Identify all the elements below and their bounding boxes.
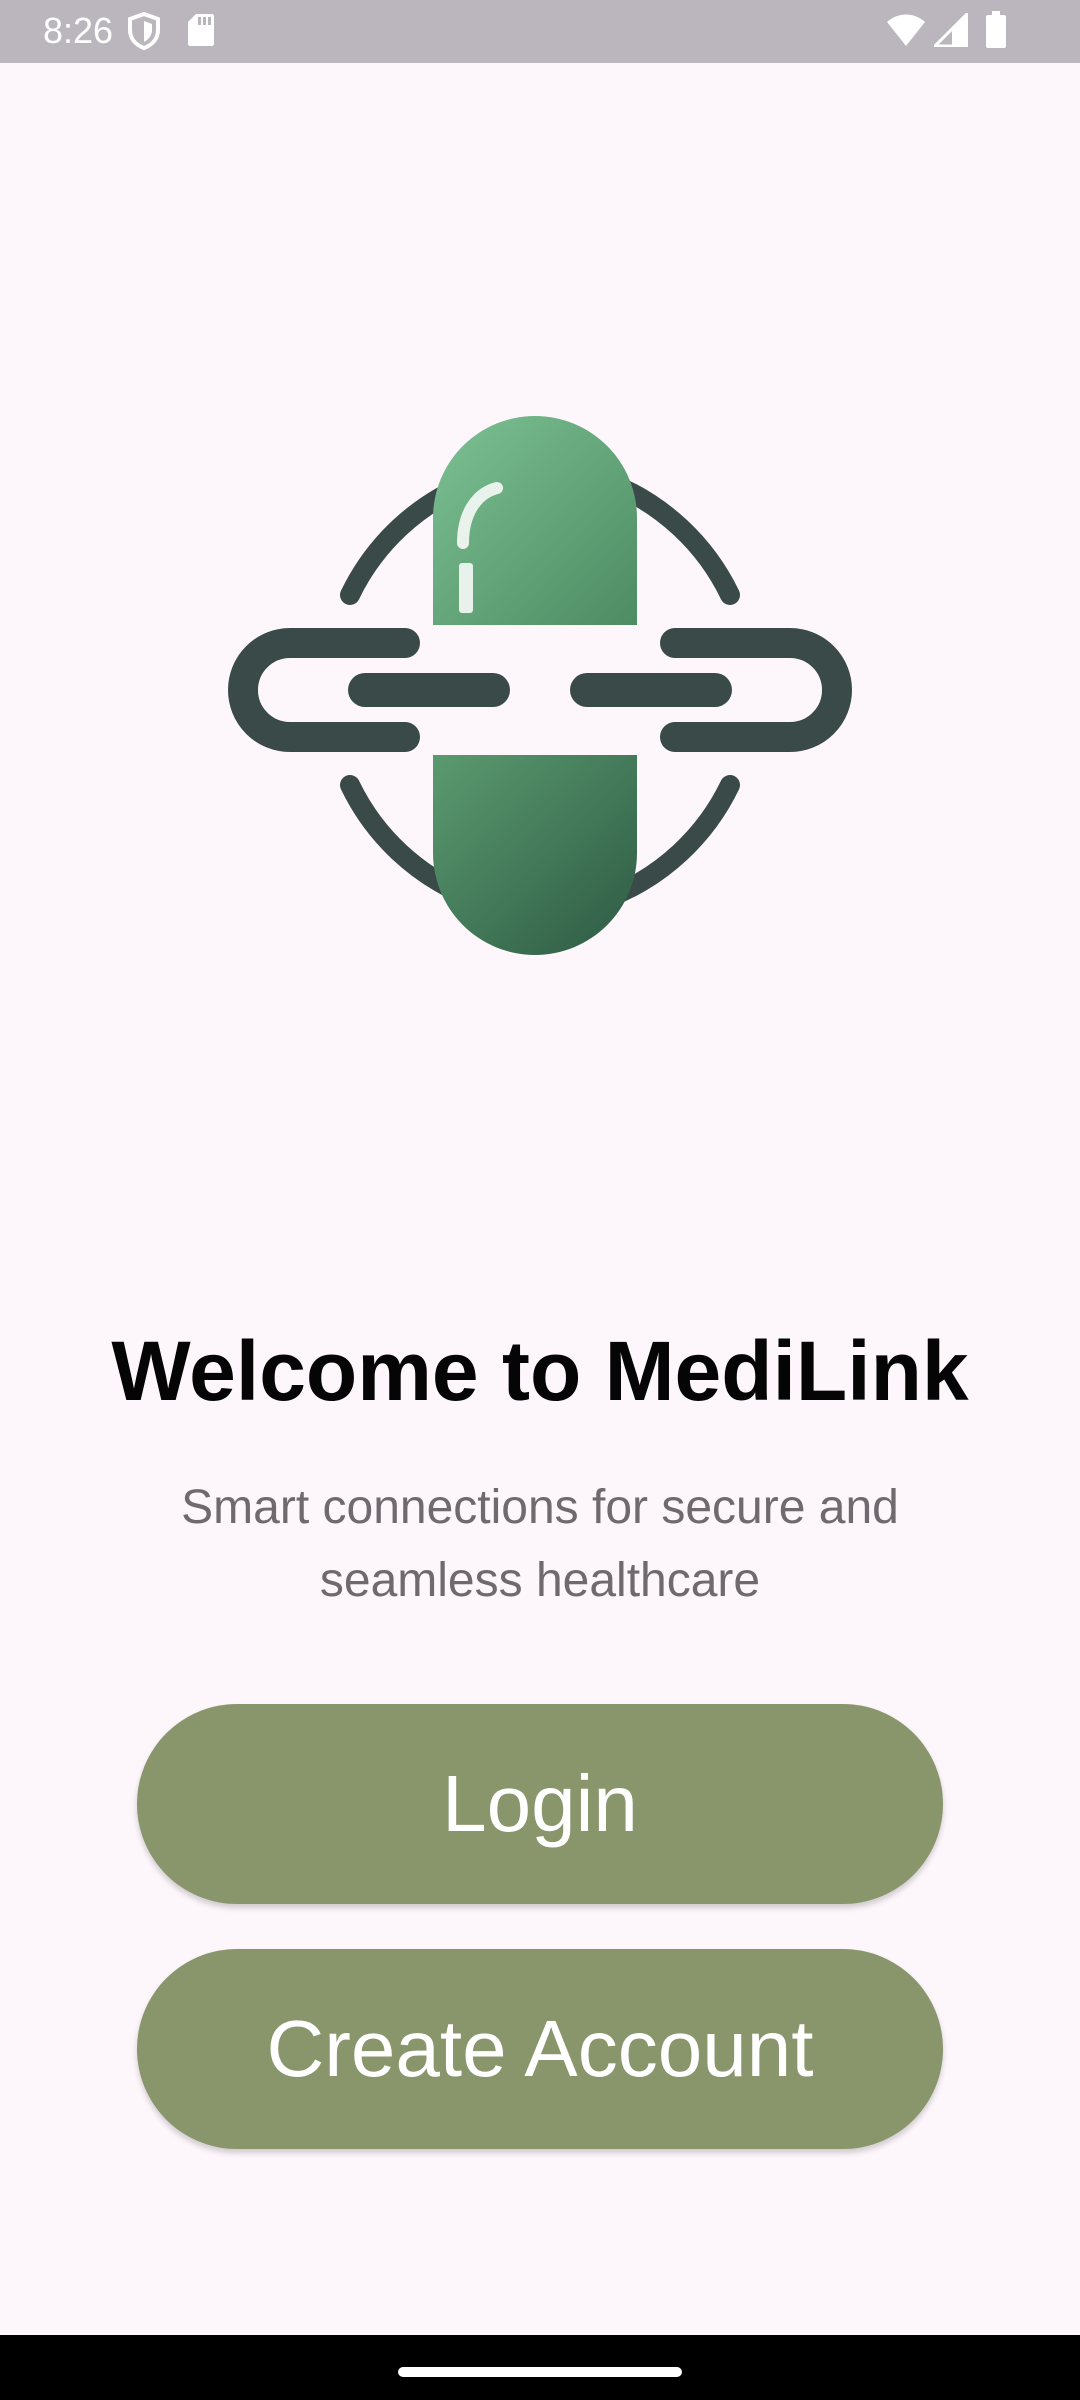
- create-account-button[interactable]: Create Account: [137, 1949, 943, 2149]
- status-bar: 8:26: [0, 0, 1080, 63]
- wifi-icon: [887, 14, 925, 46]
- app-logo-icon: [228, 416, 852, 955]
- login-button[interactable]: Login: [137, 1704, 943, 1904]
- welcome-subtitle: Smart connections for secure and seamles…: [90, 1471, 990, 1617]
- subtitle-line-1: Smart connections for secure and: [181, 1481, 899, 1534]
- status-time: 8:26: [43, 10, 114, 51]
- shield-icon: [128, 12, 160, 50]
- cellular-signal-icon: [934, 13, 968, 47]
- sd-card-icon: [188, 14, 214, 46]
- welcome-title: Welcome to MediLink: [111, 1324, 969, 1418]
- subtitle-line-2: seamless healthcare: [319, 1554, 761, 1607]
- navigation-bar: [0, 2335, 1080, 2400]
- home-indicator[interactable]: [398, 2367, 682, 2377]
- welcome-screen: Welcome to MediLink Smart connections fo…: [0, 63, 1080, 2335]
- battery-icon: [986, 11, 1006, 48]
